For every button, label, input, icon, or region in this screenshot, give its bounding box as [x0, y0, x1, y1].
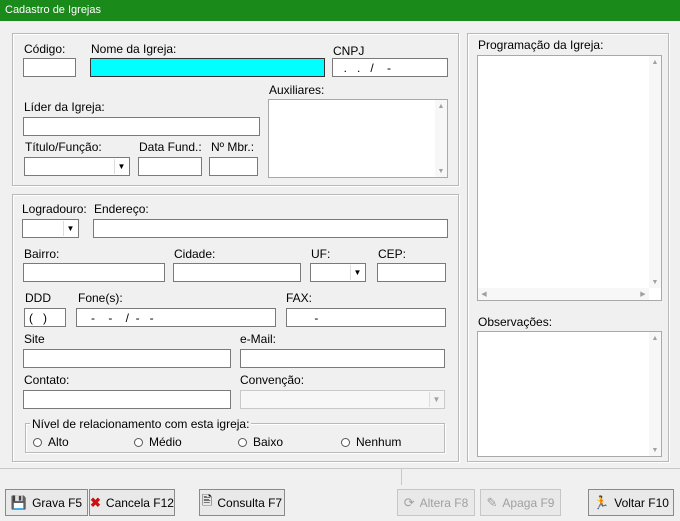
altera-label: Altera F8 — [419, 495, 469, 510]
titulo-funcao-label: Título/Função: — [25, 140, 102, 154]
cep-label: CEP: — [378, 247, 407, 261]
lider-igreja-field[interactable] — [23, 117, 260, 136]
contato-label: Contato: — [24, 373, 70, 387]
bairro-label: Bairro: — [24, 247, 60, 261]
eraser-icon: ✎ — [486, 494, 498, 510]
email-label: e-Mail: — [240, 332, 277, 346]
consulta-icon: 🖹 — [201, 492, 213, 508]
programacao-memo[interactable]: ▲ ▼ ◀ ▶ — [477, 55, 662, 301]
ddd-label: DDD — [25, 291, 51, 305]
cidade-label: Cidade: — [174, 247, 216, 261]
uf-label: UF: — [311, 247, 331, 261]
programacao-label: Programação da Igreja: — [478, 38, 604, 52]
scroll-up-icon[interactable]: ▲ — [435, 100, 447, 112]
auxiliares-label: Auxiliares: — [269, 83, 325, 97]
cnpj-field[interactable]: . . / - — [332, 58, 448, 77]
scroll-up-icon[interactable]: ▲ — [649, 56, 661, 68]
scroll-up-icon[interactable]: ▲ — [649, 332, 661, 344]
chevron-down-icon[interactable]: ▼ — [429, 392, 443, 407]
chevron-down-icon[interactable]: ▼ — [63, 221, 77, 236]
radio-nenhum[interactable]: Nenhum — [341, 435, 401, 449]
num-membros-field[interactable] — [209, 157, 258, 176]
auxiliares-memo[interactable]: ▲ ▼ — [268, 99, 448, 178]
save-icon: 💾 — [10, 494, 28, 510]
radio-circle-icon[interactable] — [238, 437, 247, 447]
cancela-label: Cancela F12 — [105, 495, 174, 510]
apaga-button[interactable]: ✎ Apaga F9 — [480, 489, 561, 516]
observacoes-memo[interactable]: ▲ ▼ — [477, 331, 662, 457]
cidade-field[interactable] — [173, 263, 301, 282]
radio-baixo-label: Baixo — [253, 435, 284, 449]
uf-select[interactable]: ▼ — [310, 263, 366, 282]
consulta-button[interactable]: 🖹 Consulta F7 — [199, 489, 285, 516]
endereco-label: Endereço: — [94, 202, 149, 216]
scroll-left-icon[interactable]: ◀ — [478, 288, 490, 300]
scroll-down-icon[interactable]: ▼ — [435, 165, 447, 177]
logradouro-label: Logradouro: — [22, 202, 87, 216]
contato-field[interactable] — [23, 390, 231, 409]
scroll-down-icon[interactable]: ▼ — [649, 444, 661, 456]
exit-runner-icon: 🏃 — [593, 494, 610, 510]
radio-alto[interactable]: Alto — [33, 435, 69, 449]
data-fund-label: Data Fund.: — [139, 140, 202, 154]
window-title: Cadastro de Igrejas — [5, 4, 101, 16]
cancela-button[interactable]: ✖ Cancela F12 — [89, 489, 175, 516]
scroll-down-icon[interactable]: ▼ — [649, 276, 661, 288]
nome-igreja-label: Nome da Igreja: — [91, 42, 177, 56]
endereco-field[interactable] — [93, 219, 448, 238]
observacoes-scrollbar[interactable]: ▲ ▼ — [649, 332, 661, 456]
radio-circle-icon[interactable] — [134, 437, 143, 447]
nome-igreja-field[interactable] — [90, 58, 325, 77]
fax-label: FAX: — [286, 291, 313, 305]
ddd-field[interactable]: ( ) — [24, 308, 66, 327]
status-divider — [401, 469, 402, 485]
window-title-bar: Cadastro de Igrejas — [0, 0, 680, 21]
fax-field[interactable]: - — [286, 308, 446, 327]
num-membros-label: Nº Mbr.: — [211, 140, 255, 154]
cnpj-label: CNPJ — [333, 44, 365, 58]
voltar-label: Voltar F10 — [614, 495, 669, 510]
fones-label: Fone(s): — [78, 291, 123, 305]
cancel-x-icon: ✖ — [90, 494, 101, 510]
data-fund-field[interactable] — [138, 157, 202, 176]
chevron-down-icon[interactable]: ▼ — [350, 265, 364, 280]
grava-label: Grava F5 — [32, 495, 83, 510]
codigo-field[interactable] — [23, 58, 76, 77]
refresh-icon: ⟳ — [403, 494, 415, 510]
auxiliares-scrollbar[interactable]: ▲ ▼ — [435, 100, 447, 177]
radio-alto-label: Alto — [48, 435, 69, 449]
observacoes-label: Observações: — [478, 315, 553, 329]
radio-medio-label: Médio — [149, 435, 182, 449]
site-field[interactable] — [23, 349, 231, 368]
scroll-right-icon[interactable]: ▶ — [637, 288, 649, 300]
radio-medio[interactable]: Médio — [134, 435, 182, 449]
site-label: Site — [24, 332, 45, 346]
cep-field[interactable] — [377, 263, 446, 282]
programacao-hscrollbar[interactable]: ◀ ▶ — [478, 288, 649, 300]
convencao-label: Convenção: — [240, 373, 305, 387]
consulta-label: Consulta F7 — [217, 495, 283, 510]
chevron-down-icon[interactable]: ▼ — [114, 159, 128, 174]
fones-field[interactable]: - - / - - — [76, 308, 276, 327]
grava-button[interactable]: 💾 Grava F5 — [5, 489, 88, 516]
radio-circle-icon[interactable] — [33, 437, 42, 447]
logradouro-select[interactable]: ▼ — [22, 219, 79, 238]
radio-baixo[interactable]: Baixo — [238, 435, 283, 449]
codigo-label: Código: — [24, 42, 66, 56]
lider-igreja-label: Líder da Igreja: — [24, 100, 105, 114]
radio-circle-icon[interactable] — [341, 437, 350, 447]
titulo-funcao-select[interactable]: ▼ — [24, 157, 130, 176]
convencao-select[interactable]: ▼ — [240, 390, 445, 409]
relationship-label: Nível de relacionamento com esta igreja: — [30, 417, 252, 431]
email-field[interactable] — [240, 349, 445, 368]
voltar-button[interactable]: 🏃 Voltar F10 — [588, 489, 674, 516]
status-bar — [0, 468, 680, 485]
radio-nenhum-label: Nenhum — [356, 435, 402, 449]
programacao-vscrollbar[interactable]: ▲ ▼ — [649, 56, 661, 288]
bairro-field[interactable] — [23, 263, 165, 282]
apaga-label: Apaga F9 — [502, 495, 555, 510]
altera-button[interactable]: ⟳ Altera F8 — [397, 489, 475, 516]
